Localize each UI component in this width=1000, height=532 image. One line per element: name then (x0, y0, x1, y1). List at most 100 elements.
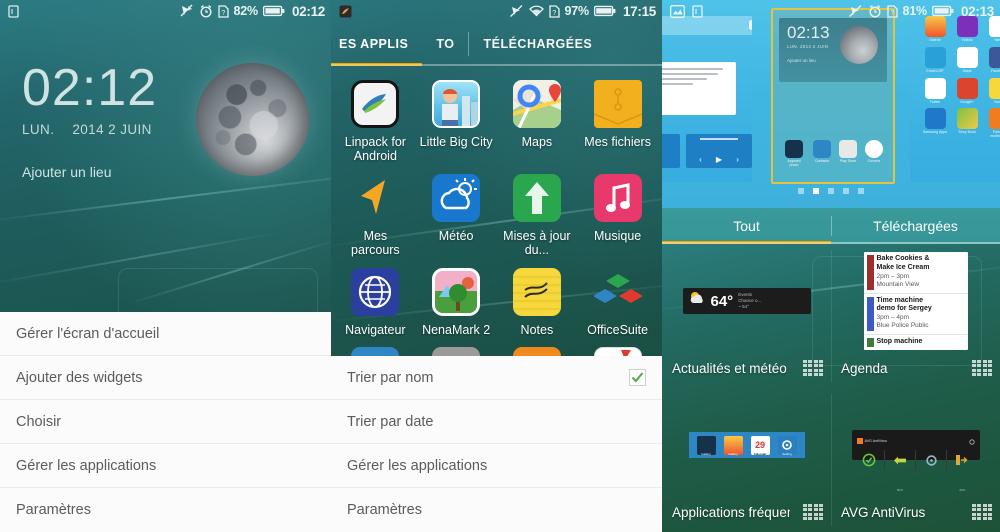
app-item[interactable]: Mes fichiers (577, 74, 658, 164)
player-controls: ‹ ▶ › (692, 155, 746, 164)
homescreen-page-preview-selected[interactable]: 02:13 LUN. 2014 2 JUIN Ajouter un lieu A… (771, 8, 895, 184)
card-line (662, 78, 707, 80)
app-label: Mises à jour du... (503, 228, 571, 258)
weather-sun-cloud-icon (689, 291, 706, 311)
alarm-icon (868, 4, 882, 18)
app-item[interactable]: Maps (497, 74, 578, 164)
checkbox-checked[interactable] (629, 369, 646, 386)
page-dot-active[interactable] (813, 188, 819, 194)
sd-card-icon: ? (886, 4, 898, 18)
gallery-icon: Gallery (723, 435, 743, 456)
menu-item-settings[interactable]: Paramètres (0, 488, 331, 532)
preview-app-label: Email LGP (926, 68, 944, 73)
maps-icon (956, 46, 978, 68)
widget-footer: Actualités et météo (672, 360, 823, 376)
camera-icon (785, 140, 803, 159)
wifi-icon (528, 5, 544, 17)
homescreen-page-preview-left[interactable]: ‹ ▶ › (662, 10, 752, 182)
app-item[interactable]: Mises à jour du... (497, 168, 578, 258)
widget-cell-news-weather[interactable]: 64° Events Chance o... ~ 54° Actualités … (662, 244, 831, 388)
nenamark-icon (432, 267, 481, 316)
app-item[interactable]: NenaMark 2 (416, 262, 497, 337)
tab-downloaded[interactable]: TÉLÉCHARGÉES (469, 22, 606, 66)
little-big-city-icon (432, 80, 481, 128)
clock-widget[interactable]: 02:12 LUN. 2014 2 JUIN Ajouter un lieu (22, 62, 157, 180)
storage-stat: 50% (885, 450, 916, 492)
event-color-bar (866, 296, 874, 331)
calendar-icon: 29 Calendar (750, 435, 770, 456)
mini-dock-app: Appareil photo (783, 140, 805, 168)
card-line (662, 83, 694, 85)
event-text: Time machine demo for Sergey 3pm – 4pm B… (877, 297, 932, 331)
widget-cell-frequent-apps[interactable]: Gallery Gallery 29 Calendar Setting Appli… (662, 388, 831, 532)
weather-line3: ~ 54° (738, 304, 749, 310)
widget-size-grid-icon (972, 504, 992, 520)
app-label: Navigateur (345, 322, 406, 337)
app-item[interactable]: Musique (577, 168, 658, 258)
tab-label: Téléchargées (873, 218, 958, 234)
app-item[interactable]: Notes (497, 262, 578, 337)
app-item[interactable]: Météo (416, 168, 497, 258)
widget-size-grid-icon (803, 360, 823, 376)
menu-item-add-widgets[interactable]: Ajouter des widgets (0, 356, 331, 400)
menu-item-settings[interactable]: Paramètres (331, 488, 662, 532)
preview-app-label: Samsung Apps (922, 130, 948, 135)
menu-item-label: Trier par date (347, 413, 434, 430)
preview-app: Story Book (954, 108, 980, 139)
home-options-menu: Gérer l'écran d'accueil Ajouter des widg… (0, 312, 331, 532)
tab-all-widgets[interactable]: Tout (662, 208, 831, 244)
add-location-link[interactable]: Ajouter un lieu (22, 164, 157, 180)
app-item[interactable]: Linpack for Android (335, 74, 416, 164)
event-color-bar (866, 255, 874, 290)
homescreen-page-preview-right[interactable]: Galerie Vidéos Yahoo Email LGP Maps Face… (910, 10, 1000, 182)
preview-app-label: Partage multimédia (990, 130, 1000, 139)
mini-app-label: Play Store (839, 159, 857, 164)
page-dot[interactable] (858, 188, 864, 194)
preview-app-grid: Galerie Vidéos Yahoo Email LGP Maps Face… (922, 16, 1000, 139)
app-item[interactable]: OfficeSuite (577, 262, 658, 337)
calendar-event: Stop machine (864, 335, 968, 350)
notes-icon (512, 267, 561, 316)
preview-app: Samsung Apps (922, 108, 948, 139)
preview-app-label: Twitter (929, 99, 941, 104)
page-dot[interactable] (828, 188, 834, 194)
event-color-bar (866, 337, 874, 347)
tab-label: TO (436, 37, 455, 51)
moon-widget-graphic (196, 63, 309, 176)
menu-item-manage-home[interactable]: Gérer l'écran d'accueil (0, 312, 331, 356)
app-item[interactable]: Little Big City (416, 74, 497, 164)
app-notification-icon (339, 5, 352, 18)
menu-item-label: Gérer les applications (16, 457, 157, 474)
menu-item-sort-by-date[interactable]: Trier par date (331, 400, 662, 444)
google-plus-icon (956, 77, 978, 99)
battery-percent: 82% (233, 4, 259, 18)
tab-all[interactable]: TO (422, 22, 468, 66)
app-item[interactable]: Mes parcours (335, 168, 416, 258)
clock-day-of-week: LUN. (22, 122, 55, 137)
app-item[interactable]: Navigateur (335, 262, 416, 337)
mini-app-label: Contacts (814, 159, 830, 164)
tab-downloaded-widgets[interactable]: Téléchargées (831, 208, 1000, 244)
widget-name: Actualités et météo (672, 360, 787, 376)
preview-app: Twitter (922, 77, 948, 105)
page-dot[interactable] (798, 188, 804, 194)
battery-icon (931, 5, 954, 17)
tab-my-apps[interactable]: ES APPLIS (331, 22, 423, 66)
menu-item-sort-by-name[interactable]: Trier par nom (331, 356, 662, 400)
twitter-icon (924, 77, 946, 99)
card-preview (662, 62, 736, 115)
menu-item-choose[interactable]: Choisir (0, 400, 331, 444)
menu-item-manage-apps[interactable]: Gérer les applications (0, 444, 331, 488)
page-dot[interactable] (843, 188, 849, 194)
app-label: Maps (521, 135, 553, 149)
widget-preview: Bake Cookies & Make Ice Cream 2pm – 3pm … (831, 252, 1000, 350)
blue-player-widget-preview: ‹ ▶ › (686, 134, 752, 168)
widget-cell-agenda[interactable]: Bake Cookies & Make Ice Cream 2pm – 3pm … (831, 244, 1000, 388)
mini-app-label: Chrome (867, 159, 881, 164)
widget-cell-avg-antivirus[interactable]: AVG AntiVirus 50% 26% AVG AntiVirus (831, 388, 1000, 532)
menu-item-manage-apps[interactable]: Gérer les applications (331, 444, 662, 488)
calendar-day: 29 (754, 440, 765, 450)
data-percent: 26% (959, 488, 966, 492)
data-usage-stat: 26% (947, 450, 977, 492)
card-line (662, 73, 718, 75)
